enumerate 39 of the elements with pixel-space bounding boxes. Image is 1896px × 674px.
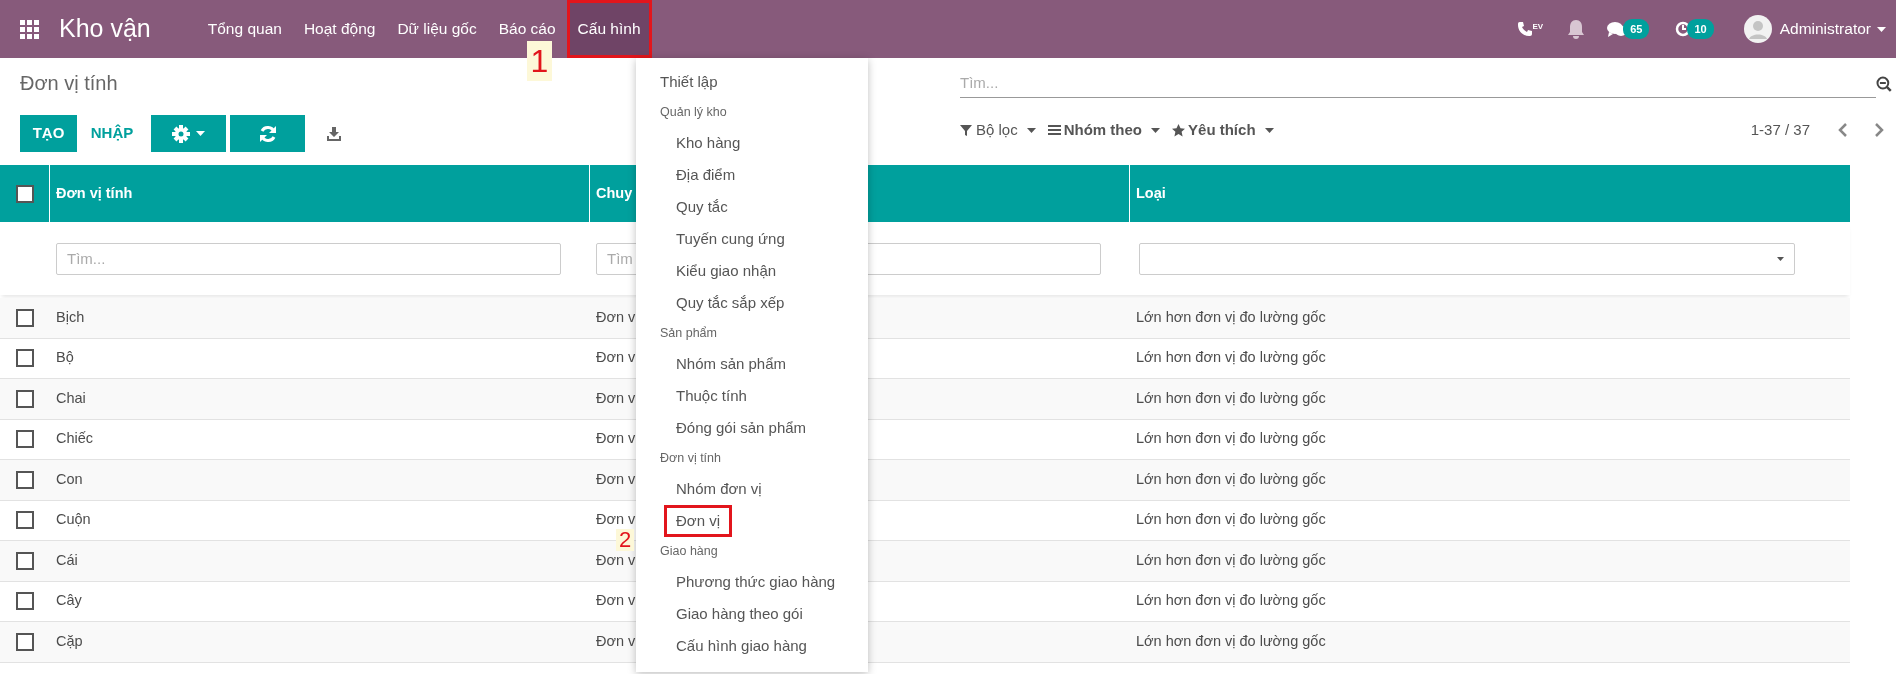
ev-label: EV <box>1532 21 1544 33</box>
table-cell: Đơn v <box>596 511 636 528</box>
table-cell: Đơn v <box>596 632 636 649</box>
table-cell: Đơn v <box>596 592 636 609</box>
table-cell: Đơn v <box>596 551 636 568</box>
table-cell: Con <box>56 470 83 487</box>
table-cell: Lớn hơn đơn vị đo lường gốc <box>1136 349 1326 366</box>
page-title: Đơn vị tính <box>20 72 118 94</box>
table-cell: Lớn hơn đơn vị đo lường gốc <box>1136 389 1326 406</box>
table-cell: Lớn hơn đơn vị đo lường gốc <box>1136 511 1326 528</box>
table-cell: Chiếc <box>56 430 94 447</box>
table-cell: Cái <box>56 551 78 568</box>
table-cell: Cặp <box>56 632 83 649</box>
table-cell: Cuộn <box>56 511 91 528</box>
menu-section-header: Quản lý kho <box>659 104 728 121</box>
table-cell: Bộ <box>56 349 74 366</box>
table-cell: Lớn hơn đơn vị đo lường gốc <box>1136 308 1326 325</box>
table-cell: Đơn v <box>596 349 636 366</box>
step-number: 2 <box>616 529 635 551</box>
table-cell: Lớn hơn đơn vị đo lường gốc <box>1136 551 1326 568</box>
table-cell: Chai <box>56 389 86 406</box>
menu-section-header: Sản phẩm <box>659 325 718 342</box>
pager-text: 1-37 / 37 <box>1750 120 1810 140</box>
activity-count-badge: 10 <box>1687 18 1714 40</box>
menu-section-header: Giao hàng <box>659 543 719 560</box>
app-title: Kho vận <box>59 13 151 45</box>
table-cell: Đơn v <box>596 308 636 325</box>
table-cell: Lớn hơn đơn vị đo lường gốc <box>1136 592 1326 609</box>
table-cell: Đơn v <box>596 389 636 406</box>
table-cell: Lớn hơn đơn vị đo lường gốc <box>1136 430 1326 447</box>
table-cell: Đơn v <box>596 430 636 447</box>
table-cell: Bịch <box>56 308 85 325</box>
table-cell: Cây <box>56 592 82 609</box>
menu-section-header: Đơn vị tính <box>659 450 722 467</box>
table-cell: Lớn hơn đơn vị đo lường gốc <box>1136 632 1326 649</box>
message-count-badge: 65 <box>1623 18 1650 40</box>
table-cell: Đơn v <box>596 470 636 487</box>
step-number: 1 <box>526 41 553 81</box>
table-cell: Lớn hơn đơn vị đo lường gốc <box>1136 470 1326 487</box>
